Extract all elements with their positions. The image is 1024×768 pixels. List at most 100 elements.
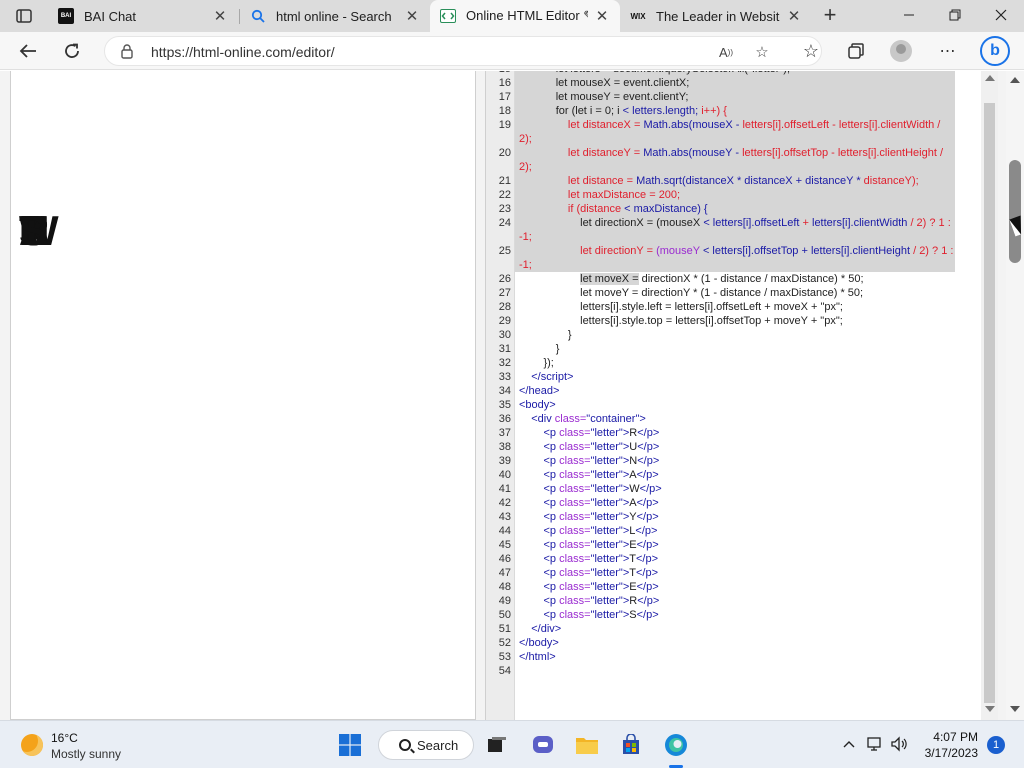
show-hidden-icons-button[interactable] [838, 733, 860, 755]
code-line[interactable]: 30 } [486, 328, 997, 342]
code-text[interactable]: let directionY = (mouseY < letters[i].of… [515, 244, 955, 272]
code-text[interactable]: <p class="letter">S</p> [515, 608, 955, 622]
add-favorite-icon[interactable]: ☆ [751, 41, 773, 63]
scroll-down-icon[interactable] [1010, 706, 1020, 712]
code-line[interactable]: 22 let maxDistance = 200; [486, 188, 997, 202]
code-line[interactable]: 28 letters[i].style.left = letters[i].of… [486, 300, 997, 314]
tab-actions-button[interactable] [8, 6, 40, 26]
editor-scrollbar[interactable] [981, 71, 998, 720]
code-line[interactable]: 50 <p class="letter">S</p> [486, 608, 997, 622]
settings-more-button[interactable]: ⋯ [934, 37, 962, 65]
code-text[interactable]: let directionX = (mouseX < letters[i].of… [515, 216, 955, 244]
favorites-button[interactable]: ☆ [797, 37, 825, 65]
code-text[interactable] [515, 664, 955, 678]
code-line[interactable]: 36 <div class="container"> [486, 412, 997, 426]
refresh-button[interactable] [58, 37, 86, 65]
code-line[interactable]: 47 <p class="letter">T</p> [486, 566, 997, 580]
code-text[interactable]: <div class="container"> [515, 412, 955, 426]
code-line[interactable]: 43 <p class="letter">Y</p> [486, 510, 997, 524]
code-text[interactable]: <p class="letter">E</p> [515, 580, 955, 594]
scroll-up-icon[interactable] [985, 75, 995, 81]
start-button[interactable] [334, 729, 366, 761]
code-line[interactable]: 44 <p class="letter">L</p> [486, 524, 997, 538]
code-line[interactable]: 24 let directionX = (mouseX < letters[i]… [486, 216, 997, 244]
collections-button[interactable] [842, 37, 870, 65]
code-text[interactable]: </html> [515, 650, 955, 664]
volume-button[interactable] [888, 733, 910, 755]
code-text[interactable]: let maxDistance = 200; [515, 188, 955, 202]
code-line[interactable]: 26 let moveX = directionX * (1 - distanc… [486, 272, 997, 286]
code-text[interactable]: } [515, 328, 955, 342]
new-tab-button[interactable]: + [817, 4, 843, 28]
code-line[interactable]: 32 }); [486, 356, 997, 370]
code-line[interactable]: 33 </script> [486, 370, 997, 384]
code-text[interactable]: <p class="letter">Y</p> [515, 510, 955, 524]
code-text[interactable]: <p class="letter">T</p> [515, 566, 955, 580]
code-editor[interactable]: 15 let letters = document.querySelectorA… [485, 71, 997, 720]
network-status-button[interactable] [864, 733, 886, 755]
code-text[interactable]: <p class="letter">U</p> [515, 440, 955, 454]
code-text[interactable]: let mouseX = event.clientX; [515, 76, 955, 90]
url-text[interactable]: https://html-online.com/editor/ [151, 44, 335, 60]
code-line[interactable]: 19 let distanceX = Math.abs(mouseX - let… [486, 118, 997, 146]
read-aloud-icon[interactable]: A)) [715, 41, 737, 63]
code-line[interactable]: 17 let mouseY = event.clientY; [486, 90, 997, 104]
code-text[interactable]: </body> [515, 636, 955, 650]
bing-copilot-button[interactable]: b [980, 36, 1010, 66]
code-text[interactable]: </script> [515, 370, 955, 384]
file-explorer-button[interactable] [571, 729, 603, 761]
code-line[interactable]: 35 <body> [486, 398, 997, 412]
code-text[interactable]: let moveY = directionY * (1 - distance /… [515, 286, 955, 300]
code-text[interactable]: let distanceX = Math.abs(mouseX - letter… [515, 118, 955, 146]
code-line[interactable]: 37 <p class="letter">R</p> [486, 426, 997, 440]
code-line[interactable]: 25 let directionY = (mouseY < letters[i]… [486, 244, 997, 272]
code-line[interactable]: 52 </body> [486, 636, 997, 650]
code-text[interactable]: letters[i].style.top = letters[i].offset… [515, 314, 955, 328]
code-text[interactable]: <p class="letter">A</p> [515, 468, 955, 482]
minimize-button[interactable] [886, 0, 932, 32]
code-line[interactable]: 42 <p class="letter">A</p> [486, 496, 997, 510]
taskbar-search[interactable]: Search [378, 730, 474, 760]
close-window-button[interactable] [978, 0, 1024, 32]
code-lines[interactable]: 15 let letters = document.querySelectorA… [486, 71, 997, 678]
code-line[interactable]: 23 if (distance < maxDistance) { [486, 202, 997, 216]
tab-html-online-search[interactable]: html online - Search ✕ [240, 0, 430, 32]
code-line[interactable]: 53 </html> [486, 650, 997, 664]
code-text[interactable]: </head> [515, 384, 955, 398]
page-scrollbar-thumb[interactable] [1009, 160, 1021, 263]
code-line[interactable]: 21 let distance = Math.sqrt(distanceX * … [486, 174, 997, 188]
tab-online-html-editor[interactable]: Online HTML Editor ✎ | ✕ [430, 0, 620, 32]
profile-avatar[interactable] [890, 40, 912, 62]
code-line[interactable]: 45 <p class="letter">E</p> [486, 538, 997, 552]
code-line[interactable]: 38 <p class="letter">U</p> [486, 440, 997, 454]
close-tab-icon[interactable]: ✕ [786, 7, 802, 25]
editor-scrollbar-thumb[interactable] [984, 103, 995, 703]
code-line[interactable]: 54 [486, 664, 997, 678]
scroll-up-icon[interactable] [1010, 77, 1020, 83]
teams-chat-button[interactable] [527, 729, 559, 761]
code-text[interactable]: } [515, 342, 955, 356]
close-tab-icon[interactable]: ✕ [212, 7, 228, 25]
code-line[interactable]: 49 <p class="letter">R</p> [486, 594, 997, 608]
code-line[interactable]: 27 let moveY = directionY * (1 - distanc… [486, 286, 997, 300]
code-line[interactable]: 40 <p class="letter">A</p> [486, 468, 997, 482]
code-line[interactable]: 18 for (let i = 0; i < letters.length; i… [486, 104, 997, 118]
code-text[interactable]: <p class="letter">N</p> [515, 454, 955, 468]
edge-browser-button[interactable] [660, 729, 692, 761]
code-text[interactable]: <p class="letter">R</p> [515, 594, 955, 608]
restore-button[interactable] [932, 0, 978, 32]
tab-wix[interactable]: WIX The Leader in Website C ✕ [620, 0, 812, 32]
code-text[interactable]: let distanceY = Math.abs(mouseY - letter… [515, 146, 955, 174]
code-text[interactable]: <p class="letter">L</p> [515, 524, 955, 538]
close-tab-icon[interactable]: ✕ [594, 7, 610, 25]
code-text[interactable]: letters[i].style.left = letters[i].offse… [515, 300, 955, 314]
code-text[interactable]: let mouseY = event.clientY; [515, 90, 955, 104]
code-line[interactable]: 41 <p class="letter">W</p> [486, 482, 997, 496]
address-bar[interactable]: https://html-online.com/editor/ A)) ☆ [104, 36, 822, 66]
code-line[interactable]: 31 } [486, 342, 997, 356]
code-text[interactable]: <p class="letter">R</p> [515, 426, 955, 440]
code-text[interactable]: for (let i = 0; i < letters.length; i++)… [515, 104, 955, 118]
microsoft-store-button[interactable] [615, 729, 647, 761]
code-line[interactable]: 51 </div> [486, 622, 997, 636]
code-text[interactable]: <body> [515, 398, 955, 412]
